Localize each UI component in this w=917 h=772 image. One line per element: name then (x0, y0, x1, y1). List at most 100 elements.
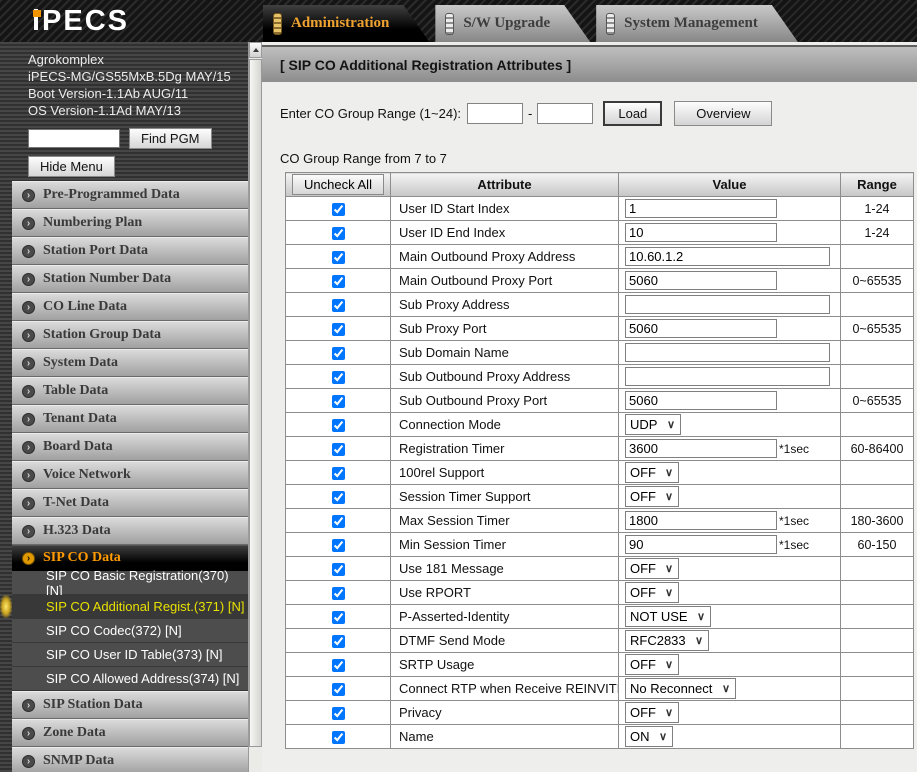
sidebar-item-label: CO Line Data (43, 299, 127, 315)
value-input[interactable] (625, 439, 777, 458)
sidebar-subitem-sip-co-user-id-table-373-n[interactable]: SIP CO User ID Table(373) [N] (12, 643, 248, 667)
find-pgm-input[interactable] (28, 129, 120, 148)
overview-button[interactable]: Overview (674, 101, 772, 126)
value-select[interactable]: OFF (625, 654, 679, 675)
co-group-end-input[interactable] (537, 103, 593, 124)
find-pgm-button[interactable]: Find PGM (129, 128, 212, 149)
row-checkbox[interactable] (332, 539, 345, 552)
row-checkbox[interactable] (332, 467, 345, 480)
load-button[interactable]: Load (603, 101, 662, 126)
sidebar-item-table-data[interactable]: ›Table Data (12, 377, 248, 405)
sidebar-item-t-net-data[interactable]: ›T-Net Data (12, 489, 248, 517)
row-checkbox[interactable] (332, 587, 345, 600)
value-cell: OFF∨ (619, 653, 841, 677)
value-input[interactable] (625, 367, 830, 386)
sidebar-item-h-323-data[interactable]: ›H.323 Data (12, 517, 248, 545)
tab-administration[interactable]: Administration (263, 5, 429, 42)
value-input[interactable] (625, 511, 777, 530)
value-cell: ON∨ (619, 725, 841, 749)
row-checkbox[interactable] (332, 395, 345, 408)
table-row: 100rel SupportOFF∨ (286, 461, 914, 485)
value-select[interactable]: OFF (625, 462, 679, 483)
scrollbar-up-button[interactable] (249, 42, 262, 58)
row-checkbox[interactable] (332, 251, 345, 264)
sidebar-item-label: Table Data (43, 383, 108, 399)
sidebar-item-sip-station-data[interactable]: ›SIP Station Data (12, 691, 248, 719)
attributes-table: Uncheck All Attribute Value Range User I… (285, 172, 914, 749)
row-checkbox[interactable] (332, 635, 345, 648)
table-row: Main Outbound Proxy Port0~65535 (286, 269, 914, 293)
chevron-right-icon: › (22, 329, 35, 342)
row-checkbox[interactable] (332, 563, 345, 576)
sidebar-scrollbar[interactable] (248, 42, 262, 772)
co-group-start-input[interactable] (467, 103, 523, 124)
scrollbar-thumb[interactable] (249, 59, 262, 747)
sidebar-subitem-sip-co-additional-regist-371-n[interactable]: SIP CO Additional Regist.(371) [N] (12, 595, 248, 619)
range-cell (841, 413, 914, 437)
row-checkbox[interactable] (332, 323, 345, 336)
value-input[interactable] (625, 343, 830, 362)
tab-s-w-upgrade[interactable]: S/W Upgrade (435, 5, 590, 42)
row-checkbox[interactable] (332, 611, 345, 624)
sidebar-item-snmp-data[interactable]: ›SNMP Data (12, 747, 248, 772)
sidebar-item-station-number-data[interactable]: ›Station Number Data (12, 265, 248, 293)
value-select[interactable]: OFF (625, 702, 679, 723)
value-select[interactable]: OFF (625, 582, 679, 603)
row-checkbox[interactable] (332, 659, 345, 672)
value-input[interactable] (625, 319, 777, 338)
row-checkbox[interactable] (332, 515, 345, 528)
sidebar-item-numbering-plan[interactable]: ›Numbering Plan (12, 209, 248, 237)
value-input[interactable] (625, 295, 830, 314)
sidebar-item-tenant-data[interactable]: ›Tenant Data (12, 405, 248, 433)
row-checkbox[interactable] (332, 731, 345, 744)
row-checkbox[interactable] (332, 443, 345, 456)
sidebar-item-voice-network[interactable]: ›Voice Network (12, 461, 248, 489)
row-checkbox[interactable] (332, 683, 345, 696)
attribute-cell: Use 181 Message (391, 557, 619, 581)
value-input[interactable] (625, 199, 777, 218)
sidebar-item-co-line-data[interactable]: ›CO Line Data (12, 293, 248, 321)
sidebar-subitem-sip-co-codec-372-n[interactable]: SIP CO Codec(372) [N] (12, 619, 248, 643)
unit-suffix-label: *1sec (779, 538, 809, 552)
attribute-cell: Use RPORT (391, 581, 619, 605)
sidebar-subitem-sip-co-basic-registration-370-n[interactable]: SIP CO Basic Registration(370) [N] (12, 571, 248, 595)
value-input[interactable] (625, 223, 777, 242)
row-checkbox[interactable] (332, 203, 345, 216)
row-checkbox[interactable] (332, 371, 345, 384)
table-row: Registration Timer*1sec60-86400 (286, 437, 914, 461)
sidebar-item-system-data[interactable]: ›System Data (12, 349, 248, 377)
value-input[interactable] (625, 271, 777, 290)
value-select[interactable]: No Reconnect (625, 678, 736, 699)
sidebar-item-label: Station Group Data (43, 327, 161, 343)
value-select[interactable]: OFF (625, 486, 679, 507)
row-checkbox[interactable] (332, 275, 345, 288)
sidebar-item-pre-programmed-data[interactable]: ›Pre-Programmed Data (12, 181, 248, 209)
sidebar-item-board-data[interactable]: ›Board Data (12, 433, 248, 461)
table-row: Session Timer SupportOFF∨ (286, 485, 914, 509)
value-input[interactable] (625, 247, 830, 266)
hide-menu-button[interactable]: Hide Menu (28, 156, 115, 177)
value-input[interactable] (625, 391, 777, 410)
row-checkbox[interactable] (332, 707, 345, 720)
row-checkbox[interactable] (332, 227, 345, 240)
value-input[interactable] (625, 535, 777, 554)
value-select[interactable]: UDP (625, 414, 681, 435)
value-select[interactable]: RFC2833 (625, 630, 709, 651)
value-select[interactable]: NOT USE (625, 606, 711, 627)
uncheck-all-button[interactable]: Uncheck All (292, 174, 384, 195)
row-checkbox[interactable] (332, 347, 345, 360)
main-content: [ SIP CO Additional Registration Attribu… (262, 42, 917, 772)
row-checkbox[interactable] (332, 491, 345, 504)
sidebar-item-station-group-data[interactable]: › Station Group Data (12, 321, 248, 349)
sidebar-subitem-sip-co-allowed-address-374-n[interactable]: SIP CO Allowed Address(374) [N] (12, 667, 248, 691)
attribute-cell: Main Outbound Proxy Address (391, 245, 619, 269)
row-checkbox[interactable] (332, 419, 345, 432)
value-select[interactable]: ON (625, 726, 673, 747)
value-select[interactable]: OFF (625, 558, 679, 579)
row-checkbox[interactable] (332, 299, 345, 312)
value-cell: OFF∨ (619, 461, 841, 485)
sidebar-item-zone-data[interactable]: ›Zone Data (12, 719, 248, 747)
checkbox-cell (286, 533, 391, 557)
tab-system-management[interactable]: System Management (596, 5, 798, 42)
sidebar-item-station-port-data[interactable]: ›Station Port Data (12, 237, 248, 265)
